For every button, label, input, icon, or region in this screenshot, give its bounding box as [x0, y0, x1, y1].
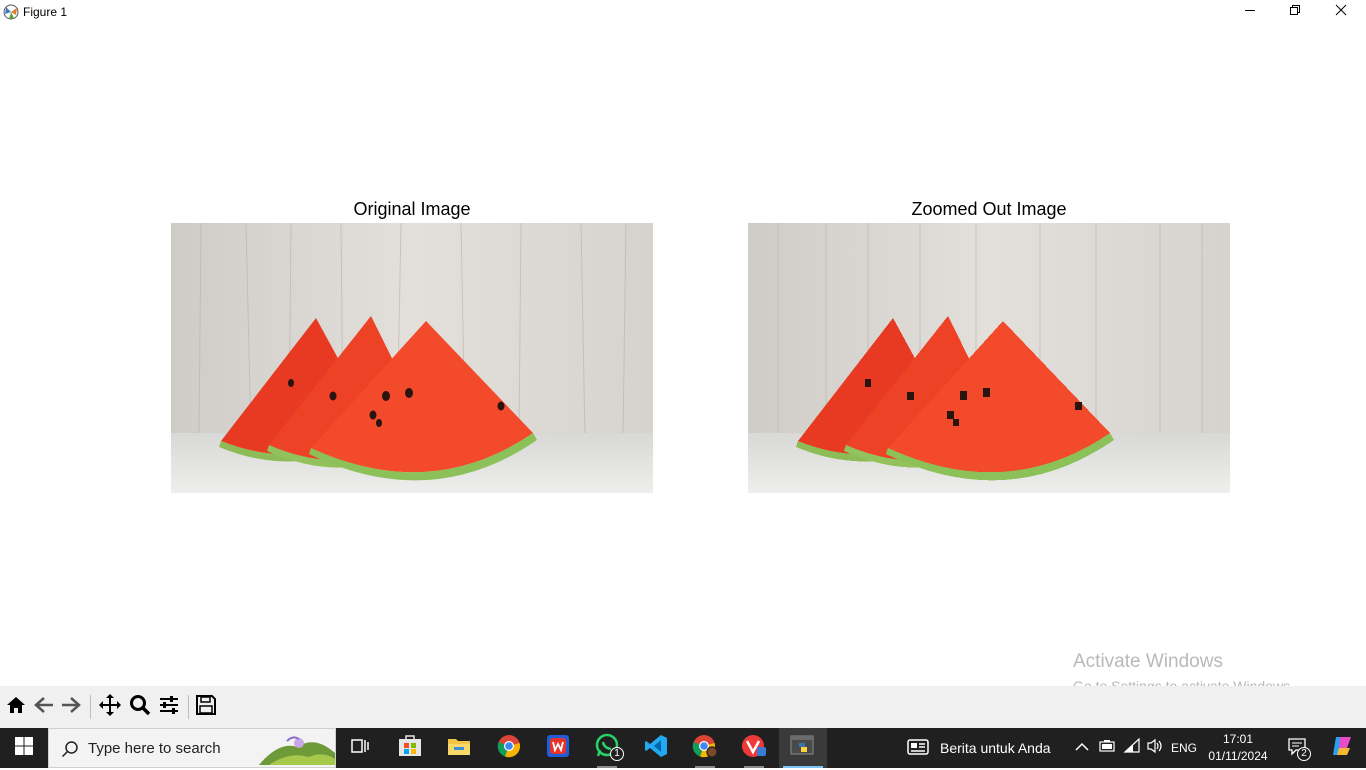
task-view-icon	[350, 736, 370, 761]
forward-button[interactable]	[57, 693, 85, 721]
battery-icon	[1098, 739, 1116, 758]
clock-date: 01/11/2024	[1208, 749, 1268, 763]
python-button[interactable]	[779, 728, 827, 768]
home-button[interactable]	[2, 693, 30, 721]
notifications-button[interactable]: 2	[1280, 728, 1314, 768]
vscode-button[interactable]	[632, 728, 680, 768]
speaker-icon	[1146, 738, 1164, 759]
back-icon	[33, 694, 55, 721]
pan-button[interactable]	[96, 693, 124, 721]
microsoft-store-icon	[398, 734, 422, 762]
figure-window: Figure 1 Original Image Zoomed Out Image…	[0, 0, 1366, 728]
whatsapp-unread-badge: 1	[610, 747, 624, 761]
wifi-icon	[1123, 737, 1141, 759]
minimize-button[interactable]	[1227, 0, 1273, 24]
volume-button[interactable]	[1146, 738, 1164, 758]
notification-count-badge: 2	[1297, 747, 1311, 761]
axes-title-zoomed: Zoomed Out Image	[911, 199, 1067, 219]
news-icon	[906, 737, 930, 760]
toolbar-separator	[90, 695, 91, 719]
python-icon	[790, 734, 816, 763]
taskbar: Type here to search 1 Berita untuk Anda	[0, 728, 1366, 768]
copilot-button[interactable]	[1318, 728, 1366, 768]
chrome-icon	[497, 734, 521, 763]
news-label: Berita untuk Anda	[940, 740, 1051, 756]
file-explorer-icon	[447, 736, 471, 761]
configure-subplots-button[interactable]	[155, 693, 183, 721]
restore-button[interactable]	[1272, 0, 1318, 24]
input-language[interactable]: ENG	[1171, 741, 1197, 755]
save-icon	[195, 694, 217, 721]
title-bar: Figure 1	[0, 0, 1366, 24]
toolbar-separator	[188, 695, 189, 719]
copilot-icon	[1330, 734, 1354, 763]
chrome-profile-button[interactable]	[681, 728, 729, 768]
search-placeholder: Type here to search	[88, 740, 221, 757]
wps-office-icon	[546, 734, 570, 763]
news-widget[interactable]: Berita untuk Anda	[906, 728, 1051, 768]
close-button[interactable]	[1318, 0, 1364, 24]
pan-icon	[98, 693, 122, 722]
window-title: Figure 1	[23, 5, 68, 19]
microsoft-store-button[interactable]	[386, 728, 434, 768]
battery-button[interactable]	[1098, 738, 1116, 758]
axes-title-original: Original Image	[353, 199, 471, 219]
figure-canvas[interactable]: Original Image Zoomed Out Image	[0, 24, 1366, 686]
zoomed-out-image	[748, 223, 1230, 493]
vivaldi-button[interactable]	[730, 728, 778, 768]
zoom-button[interactable]	[126, 693, 154, 721]
start-button[interactable]	[0, 728, 48, 768]
vscode-icon	[644, 734, 668, 763]
chrome-profile-icon	[692, 734, 718, 763]
chevron-up-icon	[1075, 739, 1089, 757]
clock[interactable]: 17:01 01/11/2024	[1204, 731, 1272, 765]
search-box[interactable]: Type here to search	[48, 728, 336, 768]
navigation-toolbar	[0, 686, 1366, 728]
task-view-button[interactable]	[336, 728, 384, 768]
restore-icon	[1289, 3, 1301, 21]
file-explorer-button[interactable]	[435, 728, 483, 768]
clock-time: 17:01	[1222, 732, 1254, 746]
close-icon	[1335, 3, 1347, 21]
save-button[interactable]	[192, 693, 220, 721]
search-highlight-illustration	[259, 733, 335, 770]
original-image	[171, 223, 653, 493]
wps-office-button[interactable]	[534, 728, 582, 768]
zoom-icon	[129, 694, 151, 721]
configure-subplots-icon	[158, 694, 180, 721]
network-button[interactable]	[1123, 737, 1141, 759]
windows-logo-icon	[15, 736, 33, 760]
chrome-button[interactable]	[485, 728, 533, 768]
watermark-title: Activate Windows	[1073, 651, 1223, 672]
back-button[interactable]	[30, 693, 58, 721]
vivaldi-icon	[741, 734, 767, 763]
minimize-icon	[1244, 3, 1256, 21]
home-icon	[5, 694, 27, 721]
search-icon	[61, 740, 79, 763]
forward-icon	[60, 694, 82, 721]
matplotlib-icon	[2, 3, 20, 21]
show-hidden-icons-button[interactable]	[1074, 738, 1090, 758]
whatsapp-button[interactable]: 1	[583, 728, 631, 768]
